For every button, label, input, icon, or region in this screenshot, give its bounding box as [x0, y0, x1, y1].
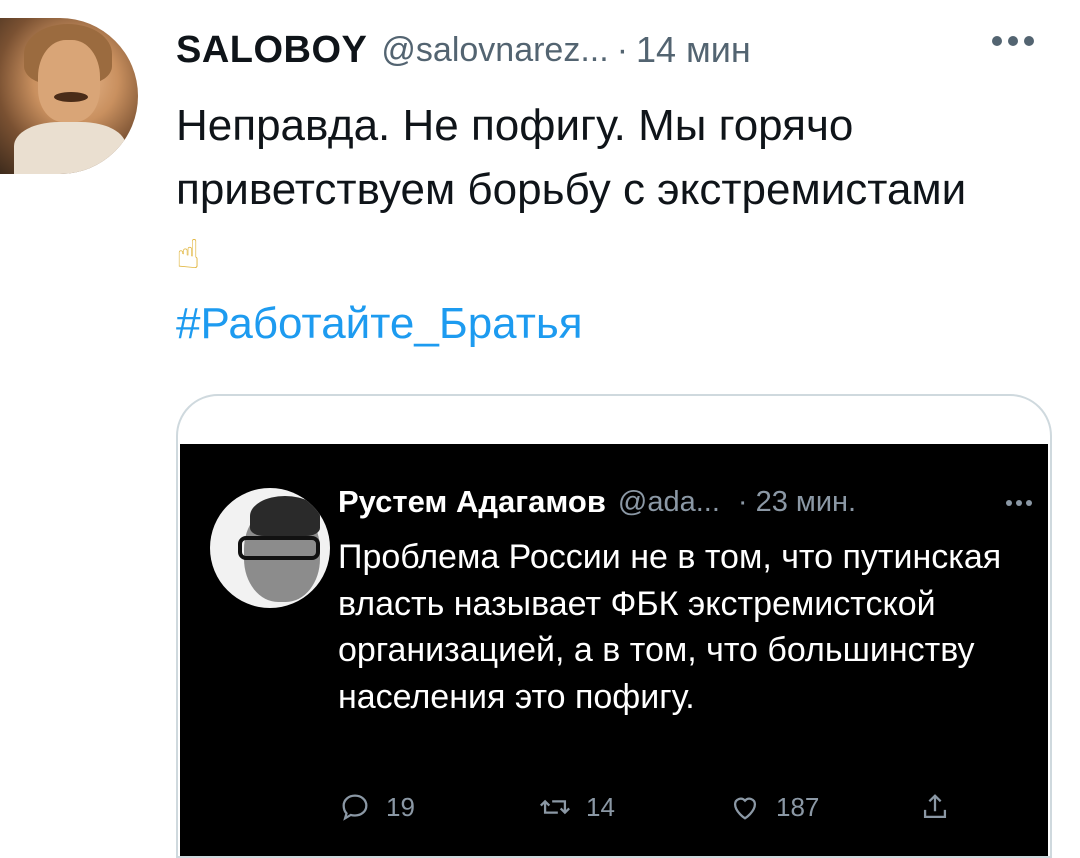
pointing-up-emoji: ☝ [176, 233, 201, 277]
quoted-separator: · [737, 485, 748, 518]
reply-action: 19 [338, 790, 415, 824]
quoted-display-name: Рустем Адагамов [338, 484, 606, 519]
avatar-shirt [14, 122, 126, 174]
like-count: 187 [776, 791, 820, 822]
quoted-handle: @ada... [617, 485, 720, 518]
tweet-text: Неправда. Не пофигу. Мы горячо приветств… [176, 101, 967, 214]
quoted-text: Проблема России не в том, что путинская … [338, 538, 1002, 716]
tweet-header: SALOBOY @salovnarez... · 14 мин [176, 22, 751, 78]
quoted-more-icon [1006, 500, 1032, 506]
separator-dot: · [616, 30, 629, 69]
tweet-body: Неправда. Не пофигу. Мы горячо приветств… [176, 94, 996, 287]
retweet-action: 14 [538, 790, 615, 824]
quoted-timestamp: 23 мин. [755, 485, 857, 518]
quoted-tweet-screenshot: Рустем Адагамов @ada... · 23 мин. Пробле… [180, 444, 1048, 856]
avatar-mustache [54, 92, 88, 102]
quoted-author-avatar [210, 488, 330, 608]
like-icon [733, 797, 757, 820]
hashtag-link[interactable]: #Работайте_Братья [176, 296, 583, 352]
share-icon [923, 794, 947, 819]
share-action [918, 790, 952, 824]
like-action: 187 [728, 790, 819, 824]
quoted-action-bar: 19 14 187 [338, 790, 958, 830]
author-handle[interactable]: @salovnarez... [381, 31, 608, 70]
reply-icon [342, 794, 368, 821]
author-avatar[interactable] [0, 18, 138, 174]
retweet-icon [540, 799, 570, 815]
author-display-name[interactable]: SALOBOY [176, 29, 367, 72]
avatar-face [38, 40, 100, 122]
tweet-timestamp[interactable]: 14 мин [636, 29, 751, 71]
quoted-tweet-card[interactable]: Рустем Адагамов @ada... · 23 мин. Пробле… [176, 394, 1052, 858]
reply-count: 19 [386, 791, 415, 822]
quoted-header: Рустем Адагамов @ada... · 23 мин. [338, 484, 856, 520]
more-icon[interactable] [992, 36, 1034, 46]
retweet-count: 14 [586, 791, 615, 822]
